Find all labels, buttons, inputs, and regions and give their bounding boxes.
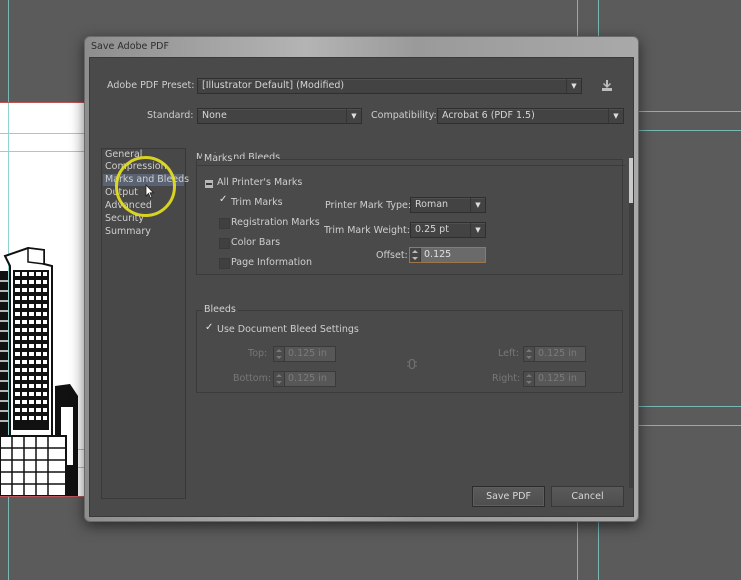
trim-mark-weight-dropdown[interactable]: 0.25 pt ▼	[410, 222, 486, 238]
top-bleed-value: 0.125 in	[288, 348, 327, 359]
dialog-body: Adobe PDF Preset: [Illustrator Default] …	[89, 57, 634, 517]
left-bleed-input[interactable]: 0.125 in	[523, 346, 586, 362]
chevron-down-icon: ▼	[470, 223, 485, 237]
collapse-toggle[interactable]	[205, 180, 213, 188]
page-information-label: Page Information	[231, 257, 313, 268]
stepper-arrows-icon[interactable]	[410, 248, 421, 262]
trim-mark-weight-label: Trim Mark Weight:	[324, 225, 410, 236]
top-bleed-input[interactable]: 0.125 in	[273, 346, 336, 362]
use-document-bleed-checkbox[interactable]: ✓	[205, 322, 213, 333]
preset-dropdown[interactable]: [Illustrator Default] (Modified) ▼	[197, 78, 582, 94]
printer-mark-type-value: Roman	[415, 199, 449, 210]
printer-mark-type-dropdown[interactable]: Roman ▼	[410, 197, 486, 213]
standard-dropdown[interactable]: None ▼	[197, 108, 362, 124]
standard-label: Standard:	[147, 110, 194, 121]
building-artwork	[0, 246, 78, 496]
right-bleed-value: 0.125 in	[538, 373, 577, 384]
top-label: Top:	[248, 348, 268, 359]
stepper-arrows-icon[interactable]	[524, 347, 535, 361]
offset-input[interactable]: 0.125	[409, 247, 486, 263]
dialog-title: Save Adobe PDF	[91, 41, 169, 52]
bottom-label: Bottom:	[233, 373, 272, 384]
chain-link-icon[interactable]	[407, 358, 417, 370]
left-label: Left:	[498, 348, 520, 359]
scrollbar-thumb[interactable]	[629, 158, 633, 203]
save-preset-icon[interactable]	[600, 79, 614, 93]
mouse-pointer-icon	[145, 184, 155, 202]
stepper-arrows-icon[interactable]	[274, 372, 285, 386]
marks-group-title: Marks	[202, 153, 235, 164]
save-adobe-pdf-dialog: Save Adobe PDF Adobe PDF Preset: [Illust…	[84, 36, 639, 522]
compatibility-value: Acrobat 6 (PDF 1.5)	[442, 110, 535, 121]
printer-mark-type-label: Printer Mark Type:	[325, 200, 412, 211]
preset-value: [Illustrator Default] (Modified)	[202, 80, 345, 91]
bleeds-group-title: Bleeds	[202, 304, 238, 315]
bottom-bleed-input[interactable]: 0.125 in	[273, 371, 336, 387]
preset-label: Adobe PDF Preset:	[107, 80, 195, 91]
bottom-bleed-value: 0.125 in	[288, 373, 327, 384]
chevron-down-icon: ▼	[608, 109, 623, 123]
trim-mark-weight-value: 0.25 pt	[415, 224, 449, 235]
offset-value: 0.125	[424, 249, 452, 260]
sidebar-item-summary[interactable]: Summary	[105, 226, 151, 238]
guide-horizontal	[637, 111, 741, 112]
chevron-down-icon: ▼	[470, 198, 485, 212]
chevron-down-icon: ▼	[566, 79, 581, 93]
registration-marks-checkbox[interactable]	[219, 218, 230, 229]
right-bleed-input[interactable]: 0.125 in	[523, 371, 586, 387]
registration-marks-label: Registration Marks	[231, 217, 320, 228]
marks-group: Marks All Printer's Marks ✓ Trim Marks R…	[196, 153, 623, 275]
color-bars-checkbox[interactable]	[219, 238, 230, 249]
stepper-arrows-icon[interactable]	[274, 347, 285, 361]
guide-horizontal	[0, 151, 84, 152]
use-document-bleed-label: Use Document Bleed Settings	[217, 324, 359, 335]
chevron-down-icon: ▼	[346, 109, 361, 123]
right-label: Right:	[492, 373, 521, 384]
guide-horizontal	[637, 406, 741, 407]
compatibility-dropdown[interactable]: Acrobat 6 (PDF 1.5) ▼	[437, 108, 624, 124]
save-pdf-button[interactable]: Save PDF	[472, 486, 545, 507]
bleeds-group: Bleeds ✓ Use Document Bleed Settings Top…	[196, 304, 623, 393]
guide-horizontal	[637, 130, 741, 131]
scrollbar-track[interactable]	[629, 158, 633, 488]
trim-marks-label: Trim Marks	[231, 197, 283, 208]
guide-horizontal	[637, 425, 741, 426]
trim-marks-checkbox[interactable]: ✓	[219, 194, 227, 205]
offset-label: Offset:	[376, 250, 408, 261]
guide-horizontal	[0, 133, 84, 134]
standard-value: None	[202, 110, 227, 121]
cancel-button[interactable]: Cancel	[551, 486, 624, 507]
left-bleed-value: 0.125 in	[538, 348, 577, 359]
page-information-checkbox[interactable]	[219, 258, 230, 269]
stepper-arrows-icon[interactable]	[524, 372, 535, 386]
color-bars-label: Color Bars	[231, 237, 281, 248]
artboard	[0, 102, 84, 497]
compatibility-label: Compatibility:	[371, 110, 437, 121]
all-printers-marks-label: All Printer's Marks	[217, 177, 303, 188]
